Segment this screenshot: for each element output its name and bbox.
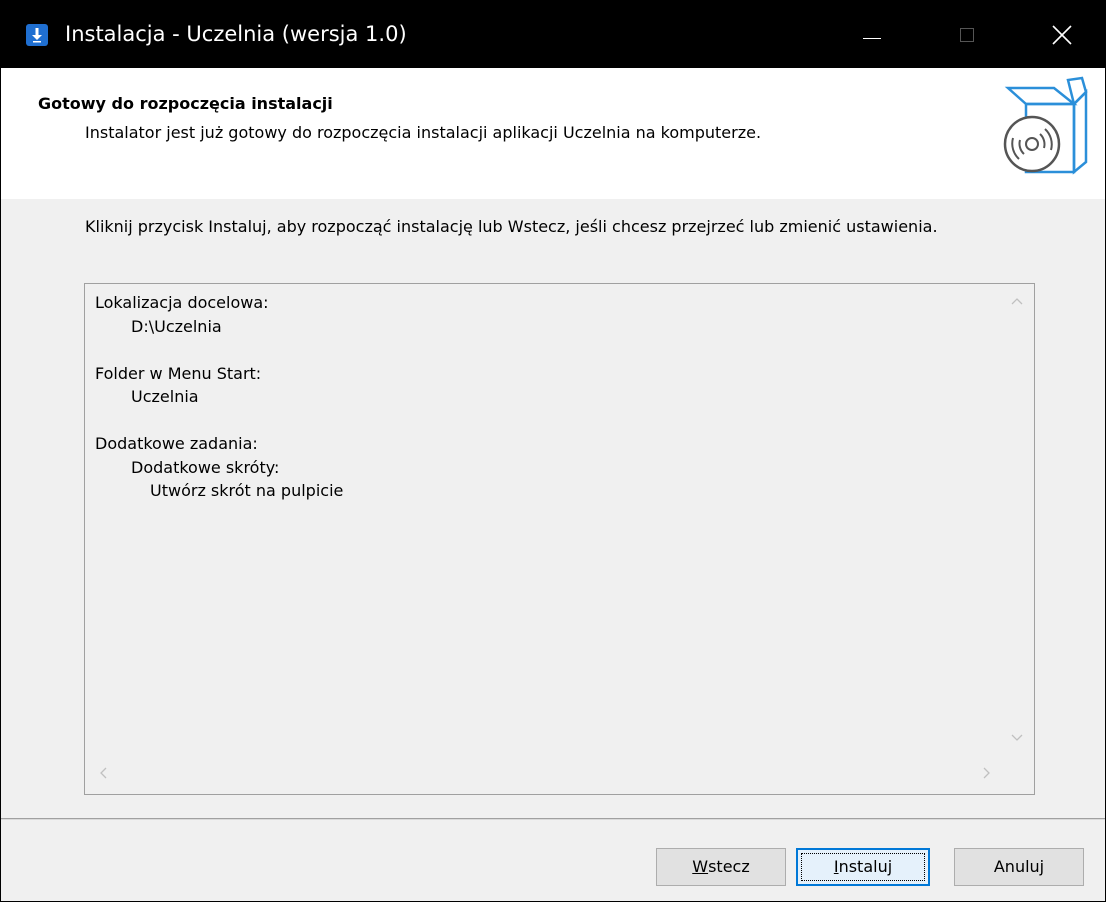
close-icon: [1052, 25, 1072, 45]
back-label: stecz: [708, 857, 750, 876]
close-button[interactable]: [1017, 1, 1105, 68]
summary-text: Lokalizacja docelowa: D:\Uczelnia Folder…: [95, 291, 343, 503]
title-bar[interactable]: Instalacja - Uczelnia (wersja 1.0): [1, 1, 1105, 68]
app-download-icon: [26, 24, 48, 46]
instructions-text: Kliknij przycisk Instaluj, aby rozpocząć…: [85, 217, 938, 236]
tasks-label: Dodatkowe zadania:: [95, 434, 258, 453]
wizard-footer: Wstecz Instaluj Anuluj: [1, 820, 1105, 901]
summary-memo[interactable]: Lokalizacja docelowa: D:\Uczelnia Folder…: [84, 283, 1035, 795]
back-button[interactable]: Wstecz: [656, 848, 786, 886]
maximize-icon: [960, 28, 974, 42]
start-menu-label: Folder w Menu Start:: [95, 363, 262, 383]
back-accel: W: [692, 857, 709, 876]
page-subtitle: Instalator jest już gotowy do rozpoczęci…: [85, 123, 762, 142]
installer-window: Instalacja - Uczelnia (wersja 1.0) Gotow…: [0, 0, 1106, 902]
dest-value: D:\Uczelnia: [131, 316, 222, 336]
wizard-header: Gotowy do rozpoczęcia instalacji Instala…: [1, 68, 1105, 199]
scroll-down-icon[interactable]: [1008, 729, 1026, 747]
minimize-button[interactable]: [827, 1, 917, 68]
software-box-cd-icon: [1003, 76, 1088, 175]
window-title: Instalacja - Uczelnia (wersja 1.0): [65, 22, 407, 46]
dest-label: Lokalizacja docelowa:: [95, 293, 269, 312]
wizard-content: Kliknij przycisk Instaluj, aby rozpocząć…: [1, 199, 1105, 818]
maximize-button: [923, 1, 1013, 68]
cancel-button[interactable]: Anuluj: [954, 848, 1084, 886]
tasks-item: Utwórz skrót na pulpicie: [150, 481, 344, 500]
install-button[interactable]: Instaluj: [796, 848, 930, 886]
tasks-group: Dodatkowe skróty:: [131, 457, 280, 477]
start-menu-value: Uczelnia: [131, 387, 199, 406]
scroll-left-icon[interactable]: [94, 764, 112, 782]
scroll-right-icon[interactable]: [978, 764, 996, 782]
scroll-up-icon[interactable]: [1008, 292, 1026, 310]
minimize-icon: [863, 38, 881, 39]
page-title: Gotowy do rozpoczęcia instalacji: [38, 94, 333, 113]
